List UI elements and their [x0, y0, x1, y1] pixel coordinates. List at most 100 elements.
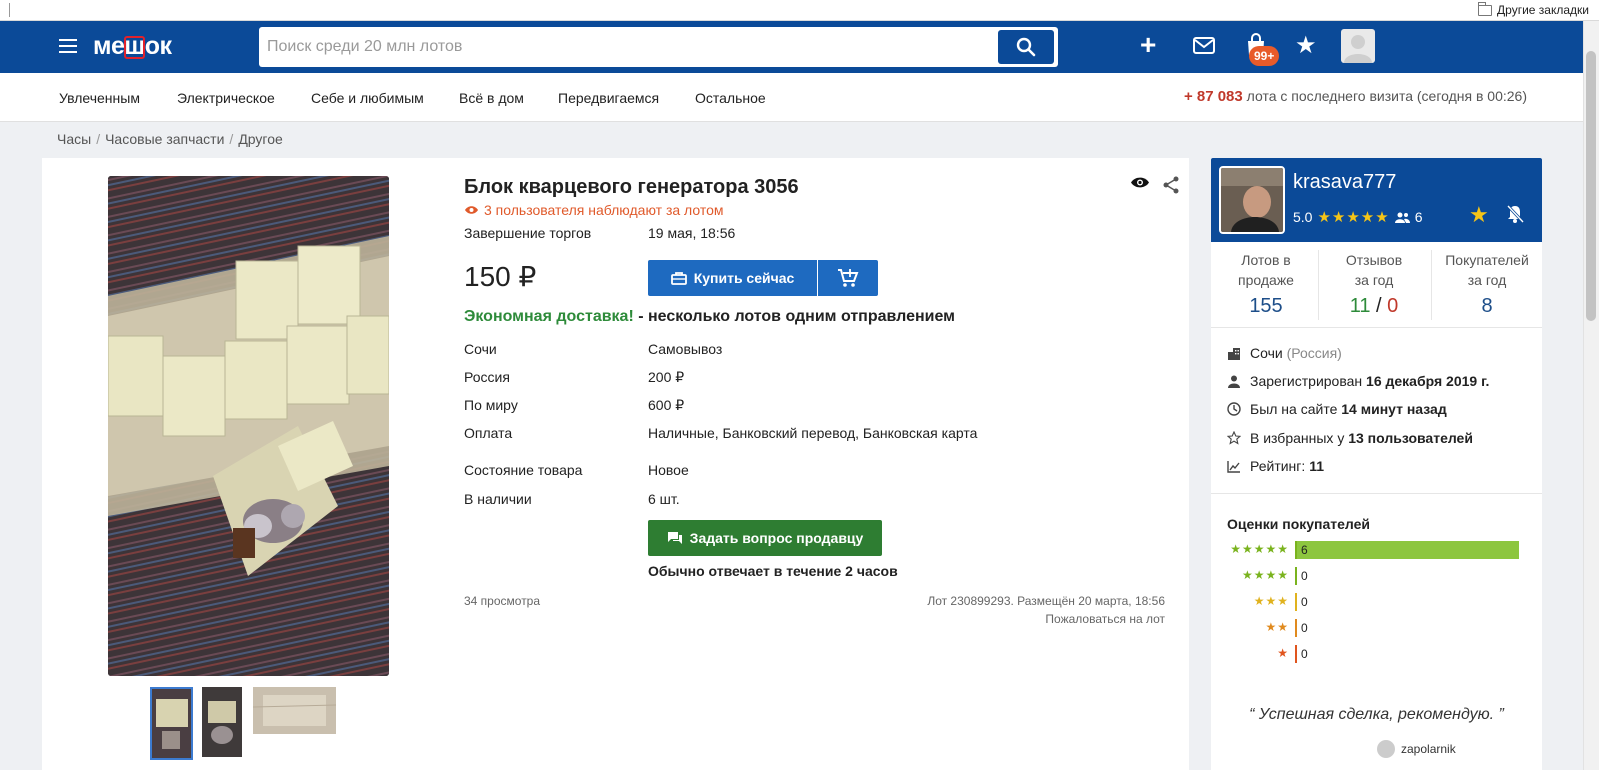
stat-value: 155	[1249, 295, 1283, 317]
seller-favorited: В избранных у 13 пользователей	[1227, 430, 1473, 446]
negative-reviews: 0	[1387, 295, 1399, 317]
rating-stars: ★★★★★	[1317, 209, 1390, 226]
breadcrumb-item[interactable]: Другое	[238, 131, 282, 147]
scrollbar[interactable]	[1583, 21, 1599, 770]
add-to-cart-button[interactable]	[818, 260, 878, 296]
seller-name[interactable]: krasava777	[1293, 171, 1396, 194]
photo-thumbnail[interactable]	[202, 687, 242, 757]
favorite-seller-icon[interactable]: ★	[1469, 202, 1489, 228]
condition-value: Новое	[648, 462, 689, 478]
nav-item-other[interactable]: Остальное	[695, 90, 766, 106]
buy-now-button[interactable]: Купить сейчас	[648, 260, 817, 296]
rating-count: 6	[1301, 543, 1308, 557]
payment-label: Оплата	[464, 425, 513, 441]
stat-label: за год	[1467, 272, 1507, 288]
last-seen-value: 14 минут назад	[1341, 401, 1447, 417]
rating-row-stars: ★★	[1265, 620, 1289, 634]
site-logo[interactable]: мешок	[93, 32, 172, 61]
stock-value: 6 шт.	[648, 491, 680, 507]
city-icon	[1228, 347, 1240, 360]
menu-icon[interactable]	[59, 39, 77, 53]
header: мешок + ★	[0, 21, 1583, 73]
shipping-value: 200 ₽	[648, 369, 685, 385]
stat-label: продаже	[1238, 272, 1294, 288]
payment-value: Наличные, Банковский перевод, Банковская…	[648, 425, 978, 441]
rating-row[interactable]: ★★★★★ 6	[1227, 541, 1527, 559]
seller-avatar[interactable]	[1219, 166, 1285, 234]
positive-reviews: 11	[1349, 295, 1371, 317]
search-box	[259, 27, 1058, 67]
nav-item-home[interactable]: Всё в дом	[459, 90, 524, 106]
user-avatar[interactable]	[1341, 29, 1375, 63]
favorited-label: В избранных у	[1250, 430, 1349, 446]
nav-item-transport[interactable]: Передвигаемся	[558, 90, 659, 106]
stat-label: Отзывов	[1345, 252, 1403, 268]
scrollbar-thumb[interactable]	[1586, 51, 1596, 321]
rating-bar: 0	[1295, 645, 1308, 663]
nav-item-self[interactable]: Себе и любимым	[311, 90, 424, 106]
favorites-icon[interactable]: ★	[1295, 31, 1317, 60]
rating-count: 0	[1301, 647, 1308, 661]
rating-row[interactable]: ★★★★ 0	[1227, 567, 1527, 585]
chart-icon	[1227, 460, 1240, 473]
report-link[interactable]: Пожаловаться на лот	[1045, 612, 1165, 626]
add-cart-icon	[838, 269, 859, 287]
add-lot-icon[interactable]: +	[1140, 31, 1156, 59]
stat-reviews[interactable]: Отзывов за год 11 / 0	[1325, 250, 1423, 318]
rating-row[interactable]: ★ 0	[1227, 645, 1527, 663]
photo-thumbnail[interactable]	[253, 687, 336, 734]
new-lots-count: + 87 083	[1183, 88, 1243, 105]
views-count: 34 просмотра	[464, 594, 541, 608]
stat-buyers[interactable]: Покупателей за год 8	[1438, 250, 1536, 318]
economy-delivery-highlight[interactable]: Экономная доставка!	[464, 308, 634, 325]
followers-count: 6	[1414, 209, 1423, 225]
ask-seller-label: Задать вопрос продавцу	[689, 530, 864, 546]
reviewer-name: zapolarnik	[1401, 742, 1456, 756]
seller-rating-value: 5.0	[1293, 209, 1313, 225]
lot-price: 150 ₽	[464, 261, 537, 292]
rating-count: 0	[1301, 595, 1308, 609]
other-bookmarks[interactable]: Другие закладки	[1478, 1, 1589, 17]
stat-label: Покупателей	[1445, 252, 1529, 268]
bookmarks-bar: Другие закладки	[0, 0, 1599, 21]
search-input[interactable]	[267, 33, 967, 61]
main-photo[interactable]	[108, 176, 389, 676]
new-lots-counter: + 87 083 лота с последнего визита (сегод…	[1184, 88, 1527, 105]
seller-photo	[1221, 168, 1283, 232]
folder-icon	[1478, 1, 1493, 16]
mail-icon[interactable]	[1193, 37, 1215, 54]
stat-lots[interactable]: Лотов в продаже 155	[1217, 250, 1315, 318]
breadcrumb-item[interactable]: Часовые запчасти	[105, 131, 224, 147]
bell-off-icon[interactable]	[1506, 204, 1524, 224]
shipping-value: 600 ₽	[648, 397, 685, 413]
nav-item-hobby[interactable]: Увлеченным	[59, 90, 140, 106]
stat-value: 8	[1481, 295, 1493, 317]
watch-lot-icon[interactable]	[1130, 176, 1150, 189]
followers-icon	[1394, 212, 1410, 223]
stock-label: В наличии	[464, 491, 532, 507]
reviews-divider: /	[1376, 295, 1382, 317]
rating-row[interactable]: ★★ 0	[1227, 619, 1527, 637]
reviewer[interactable]: zapolarnik	[1377, 740, 1456, 758]
share-icon[interactable]	[1162, 176, 1180, 194]
rating-bar: 6	[1295, 541, 1519, 559]
stat-value: 11 / 0	[1325, 295, 1423, 318]
seller-card: krasava777 5.0 ★★★★★ 6 ★ Лотов в продаже…	[1211, 158, 1542, 770]
shipping-label: Россия	[464, 369, 510, 385]
favorited-count: 13 пользователей	[1348, 430, 1473, 446]
seller-last-seen: Был на сайте 14 минут назад	[1227, 401, 1447, 417]
seller-header: krasava777 5.0 ★★★★★ 6 ★	[1211, 158, 1542, 242]
seller-city: Сочи (Россия)	[1227, 345, 1342, 361]
photo-thumbnail[interactable]	[150, 687, 193, 760]
chat-icon	[667, 532, 682, 544]
search-button[interactable]	[998, 30, 1054, 64]
breadcrumb-item[interactable]: Часы	[57, 131, 91, 147]
rating-row[interactable]: ★★★ 0	[1227, 593, 1527, 611]
ratings-title: Оценки покупателей	[1227, 516, 1371, 532]
shipping-label: Сочи	[464, 341, 497, 357]
seller-registered: Зарегистрирован 16 декабря 2019 г.	[1227, 373, 1489, 389]
star-outline-icon	[1227, 431, 1241, 445]
eye-icon	[465, 206, 478, 214]
nav-item-electric[interactable]: Электрическое	[177, 90, 275, 106]
ask-seller-button[interactable]: Задать вопрос продавцу	[648, 520, 882, 556]
